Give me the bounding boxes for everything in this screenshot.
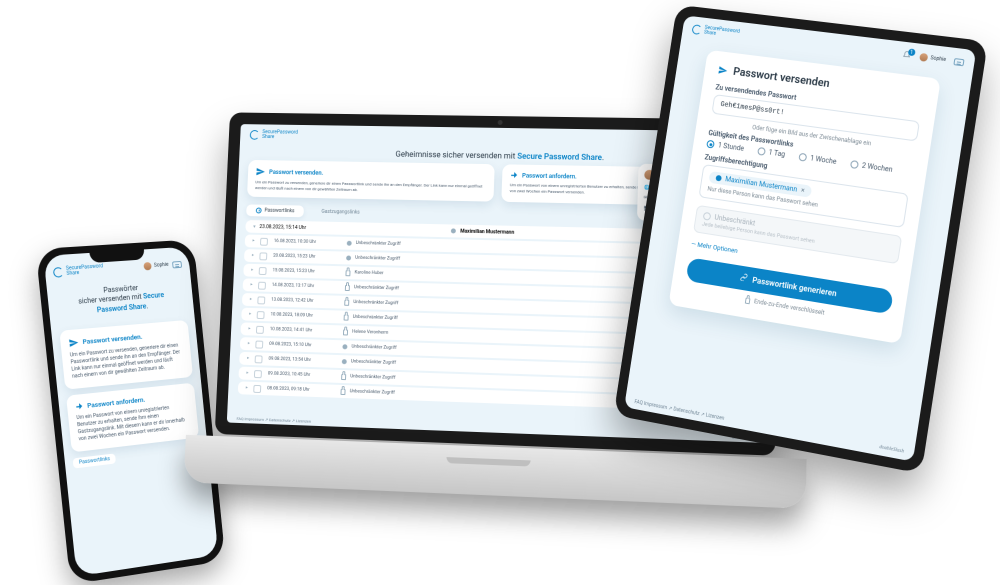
checkbox[interactable] [257, 311, 265, 319]
chevron-right-icon: ▸ [250, 297, 252, 302]
checkbox[interactable] [260, 252, 268, 260]
cell-date: 13.08.2023, 12:42 Uhr [271, 298, 339, 305]
person-icon [346, 256, 351, 261]
more-options-link[interactable]: — Mehr Optionen [691, 240, 739, 255]
link-icon [739, 273, 748, 284]
tablet-mockup: SecurePasswordShare 1 Sophie [614, 5, 989, 474]
chevron-right-icon: ▸ [252, 253, 254, 258]
checkbox[interactable] [258, 281, 266, 289]
lock-icon [341, 389, 346, 395]
person-icon [715, 175, 722, 182]
app-logo[interactable]: SecurePasswordShare [691, 24, 740, 39]
person-icon [342, 359, 347, 364]
cell-date: 09.08.2023, 13:54 Uhr [268, 357, 336, 364]
menu-icon[interactable] [953, 58, 964, 66]
cell-date: 10.08.2023, 18:09 Uhr [270, 313, 338, 320]
cell-date: 14.08.2023, 13:17 Uhr [272, 283, 340, 290]
lock-icon [344, 299, 349, 305]
menu-icon[interactable] [172, 260, 182, 268]
checkbox[interactable] [259, 267, 267, 275]
chevron-right-icon: ▸ [247, 356, 249, 361]
lock-icon [343, 329, 348, 335]
hero-text: Passwörter sicher versenden mit Secure P… [46, 272, 194, 325]
chevron-right-icon: ▸ [248, 341, 250, 346]
request-icon [75, 403, 84, 412]
cell-date: 10.08.2023, 14:41 Uhr [270, 327, 338, 334]
app-logo[interactable]: SecurePasswordShare [53, 264, 104, 278]
notifications-icon[interactable]: 1 [901, 50, 913, 61]
chevron-right-icon: ▸ [246, 386, 248, 391]
checkbox[interactable] [255, 355, 263, 363]
group-recipient: Maximilian Mustermann [460, 228, 514, 235]
clock-icon [256, 208, 262, 214]
lock-icon [345, 285, 350, 291]
group-date: 23.08.2023, 15:14 Uhr [259, 224, 306, 231]
checkbox[interactable] [254, 370, 262, 378]
remove-chip-icon[interactable]: × [800, 186, 805, 194]
person-icon [451, 229, 456, 234]
user-menu[interactable]: Sophie [919, 53, 947, 64]
lock-icon [346, 270, 351, 276]
chevron-right-icon: ▸ [252, 239, 254, 244]
cell-date: 15.08.2023, 15:23 Uhr [272, 269, 340, 276]
chevron-right-icon: ▸ [250, 283, 252, 288]
webcam [498, 120, 503, 125]
lock-icon [341, 374, 346, 380]
send-password-form: Passwort versenden Zu versendendes Passw… [668, 50, 940, 344]
checkbox[interactable] [256, 340, 264, 348]
footer-links[interactable]: FAQ Impressum ↗ Datenschutz ↗ Lizenzen [236, 416, 311, 424]
person-icon [343, 344, 348, 349]
person-icon [347, 241, 352, 246]
lock-icon [344, 314, 349, 320]
paper-plane-icon [718, 64, 729, 75]
cell-date: 08.08.2023, 09:18 Uhr [267, 387, 335, 394]
radio-1w[interactable]: 1 Woche [798, 153, 837, 166]
checkbox[interactable] [258, 296, 266, 304]
form-title: Passwort versenden [732, 65, 830, 90]
radio-off-icon [703, 212, 712, 221]
cell-date: 20.08.2023, 15:23 Uhr [273, 254, 341, 261]
brand-byline: doubleSlash [879, 445, 904, 456]
cell-recipient: Unbeschränkter Zugriff [346, 256, 648, 268]
request-icon [510, 171, 518, 179]
chevron-right-icon: ▸ [248, 327, 250, 332]
tab-guestlinks[interactable]: Gastzugangslinks [312, 206, 370, 219]
paper-plane-icon [256, 167, 266, 177]
request-password-card[interactable]: Passwort anfordern. Um ein Passwort von … [66, 383, 199, 453]
notification-badge: 1 [907, 48, 915, 56]
radio-1d[interactable]: 1 Tag [757, 147, 786, 159]
cell-recipient: Unbeschränkter Zugriff [347, 241, 648, 253]
chevron-right-icon: ▸ [251, 268, 253, 273]
cell-date: 09.08.2023, 10:45 Uhr [268, 372, 336, 379]
checkbox[interactable] [253, 385, 261, 393]
send-password-card[interactable]: Passwort versenden. Um ein Passwort zu v… [247, 160, 495, 202]
cell-date: 16.08.2023, 10:30 Uhr [274, 239, 342, 245]
checkbox[interactable] [256, 325, 264, 333]
radio-1h[interactable]: 1 Stunde [706, 140, 744, 153]
tab-passwortlinks[interactable]: Passwortlinks [246, 205, 304, 218]
footer-links[interactable]: FAQ Impressum ↗ Datenschutz ↗ Lizenzen [634, 399, 725, 422]
app-logo[interactable]: SecurePasswordShare [250, 130, 298, 140]
send-password-card[interactable]: Passwort versenden. Um ein Passwort zu v… [59, 320, 193, 390]
avatar [143, 262, 151, 270]
chevron-right-icon: ▸ [246, 371, 248, 376]
phone-mockup: SecurePasswordShare Sophie Passwörter si… [36, 239, 226, 584]
lock-icon [745, 297, 751, 304]
tab-passwortlinks[interactable]: Passwortlinks [73, 454, 117, 469]
paper-plane-icon [68, 338, 79, 349]
user-menu[interactable]: Sophie [143, 261, 169, 271]
cell-date: 09.08.2023, 15:10 Uhr [269, 342, 337, 349]
chevron-right-icon: ▸ [249, 312, 251, 317]
avatar [919, 53, 928, 62]
checkbox[interactable] [260, 237, 268, 245]
